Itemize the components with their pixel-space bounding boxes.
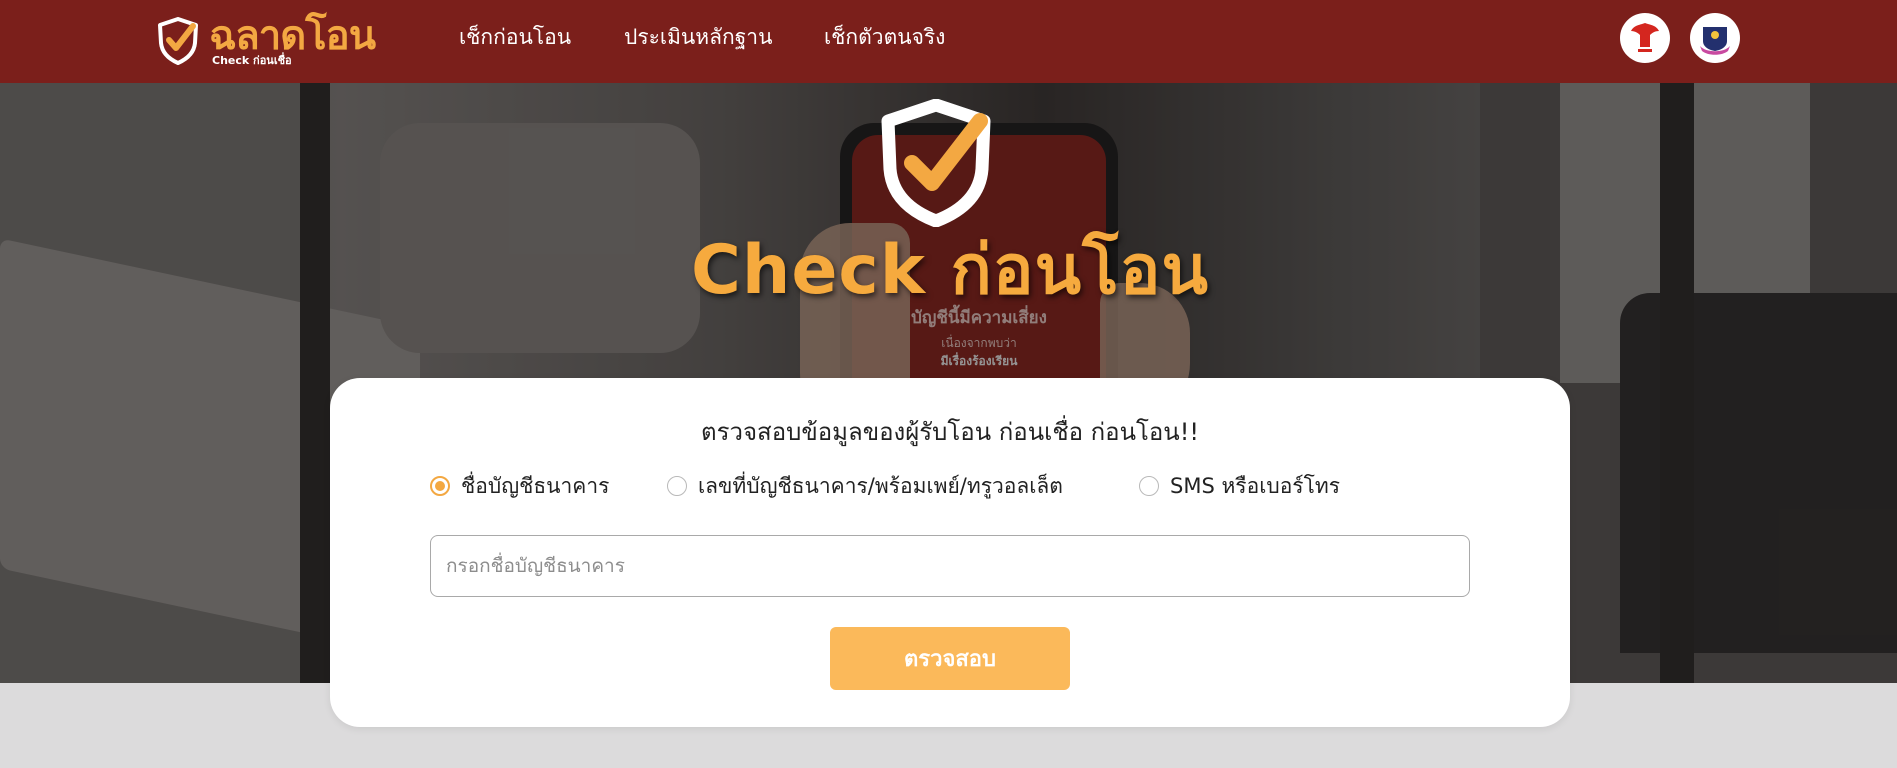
hero-shield-check-icon (881, 99, 991, 227)
garuda-emblem-icon (1621, 14, 1669, 62)
logo-text: ฉลาดโอน (209, 13, 376, 59)
nav-item-evaluate-evidence[interactable]: ประเมินหลักฐาน (624, 23, 772, 51)
logo-subtext: Check ก่อนเชื่อ (212, 54, 292, 67)
search-input[interactable] (430, 535, 1470, 597)
police-emblem-icon (1691, 14, 1739, 62)
radio-button[interactable] (1139, 476, 1159, 496)
form-heading: ตรวจสอบข้อมูลของผู้รับโอน ก่อนเชื่อ ก่อน… (701, 418, 1199, 446)
radio-label: SMS หรือเบอร์โทร (1170, 474, 1340, 498)
radio-option-account-number[interactable]: เลขที่บัญชีธนาคาร/พร้อมเพย์/ทรูวอลเล็ต (667, 472, 1063, 500)
radio-label: เลขที่บัญชีธนาคาร/พร้อมเพย์/ทรูวอลเล็ต (698, 474, 1063, 498)
nav-item-verify-identity[interactable]: เช็กตัวตนจริง (824, 23, 945, 51)
radio-label: ชื่อบัญชีธนาคาร (461, 474, 610, 498)
radio-button-checked[interactable] (430, 476, 450, 496)
police-seal-icon[interactable] (1690, 13, 1740, 63)
nav-item-check-before-transfer[interactable]: เช็กก่อนโอน (459, 23, 571, 51)
radio-button[interactable] (667, 476, 687, 496)
radio-option-sms-phone[interactable]: SMS หรือเบอร์โทร (1139, 472, 1340, 500)
check-submit-button[interactable]: ตรวจสอบ (830, 627, 1070, 690)
top-navigation-bar: ฉลาดโอน Check ก่อนเชื่อ เช็กก่อนโอน ประเ… (0, 0, 1897, 83)
government-seal-icon[interactable] (1620, 13, 1670, 63)
radio-option-bank-account-name[interactable]: ชื่อบัญชีธนาคาร (430, 472, 609, 500)
site-logo[interactable]: ฉลาดโอน Check ก่อนเชื่อ (157, 14, 397, 70)
hero-title: Check ก่อนโอน (691, 231, 1209, 310)
verification-form-card: ตรวจสอบข้อมูลของผู้รับโอน ก่อนเชื่อ ก่อน… (330, 378, 1570, 727)
shield-check-icon (158, 17, 198, 65)
